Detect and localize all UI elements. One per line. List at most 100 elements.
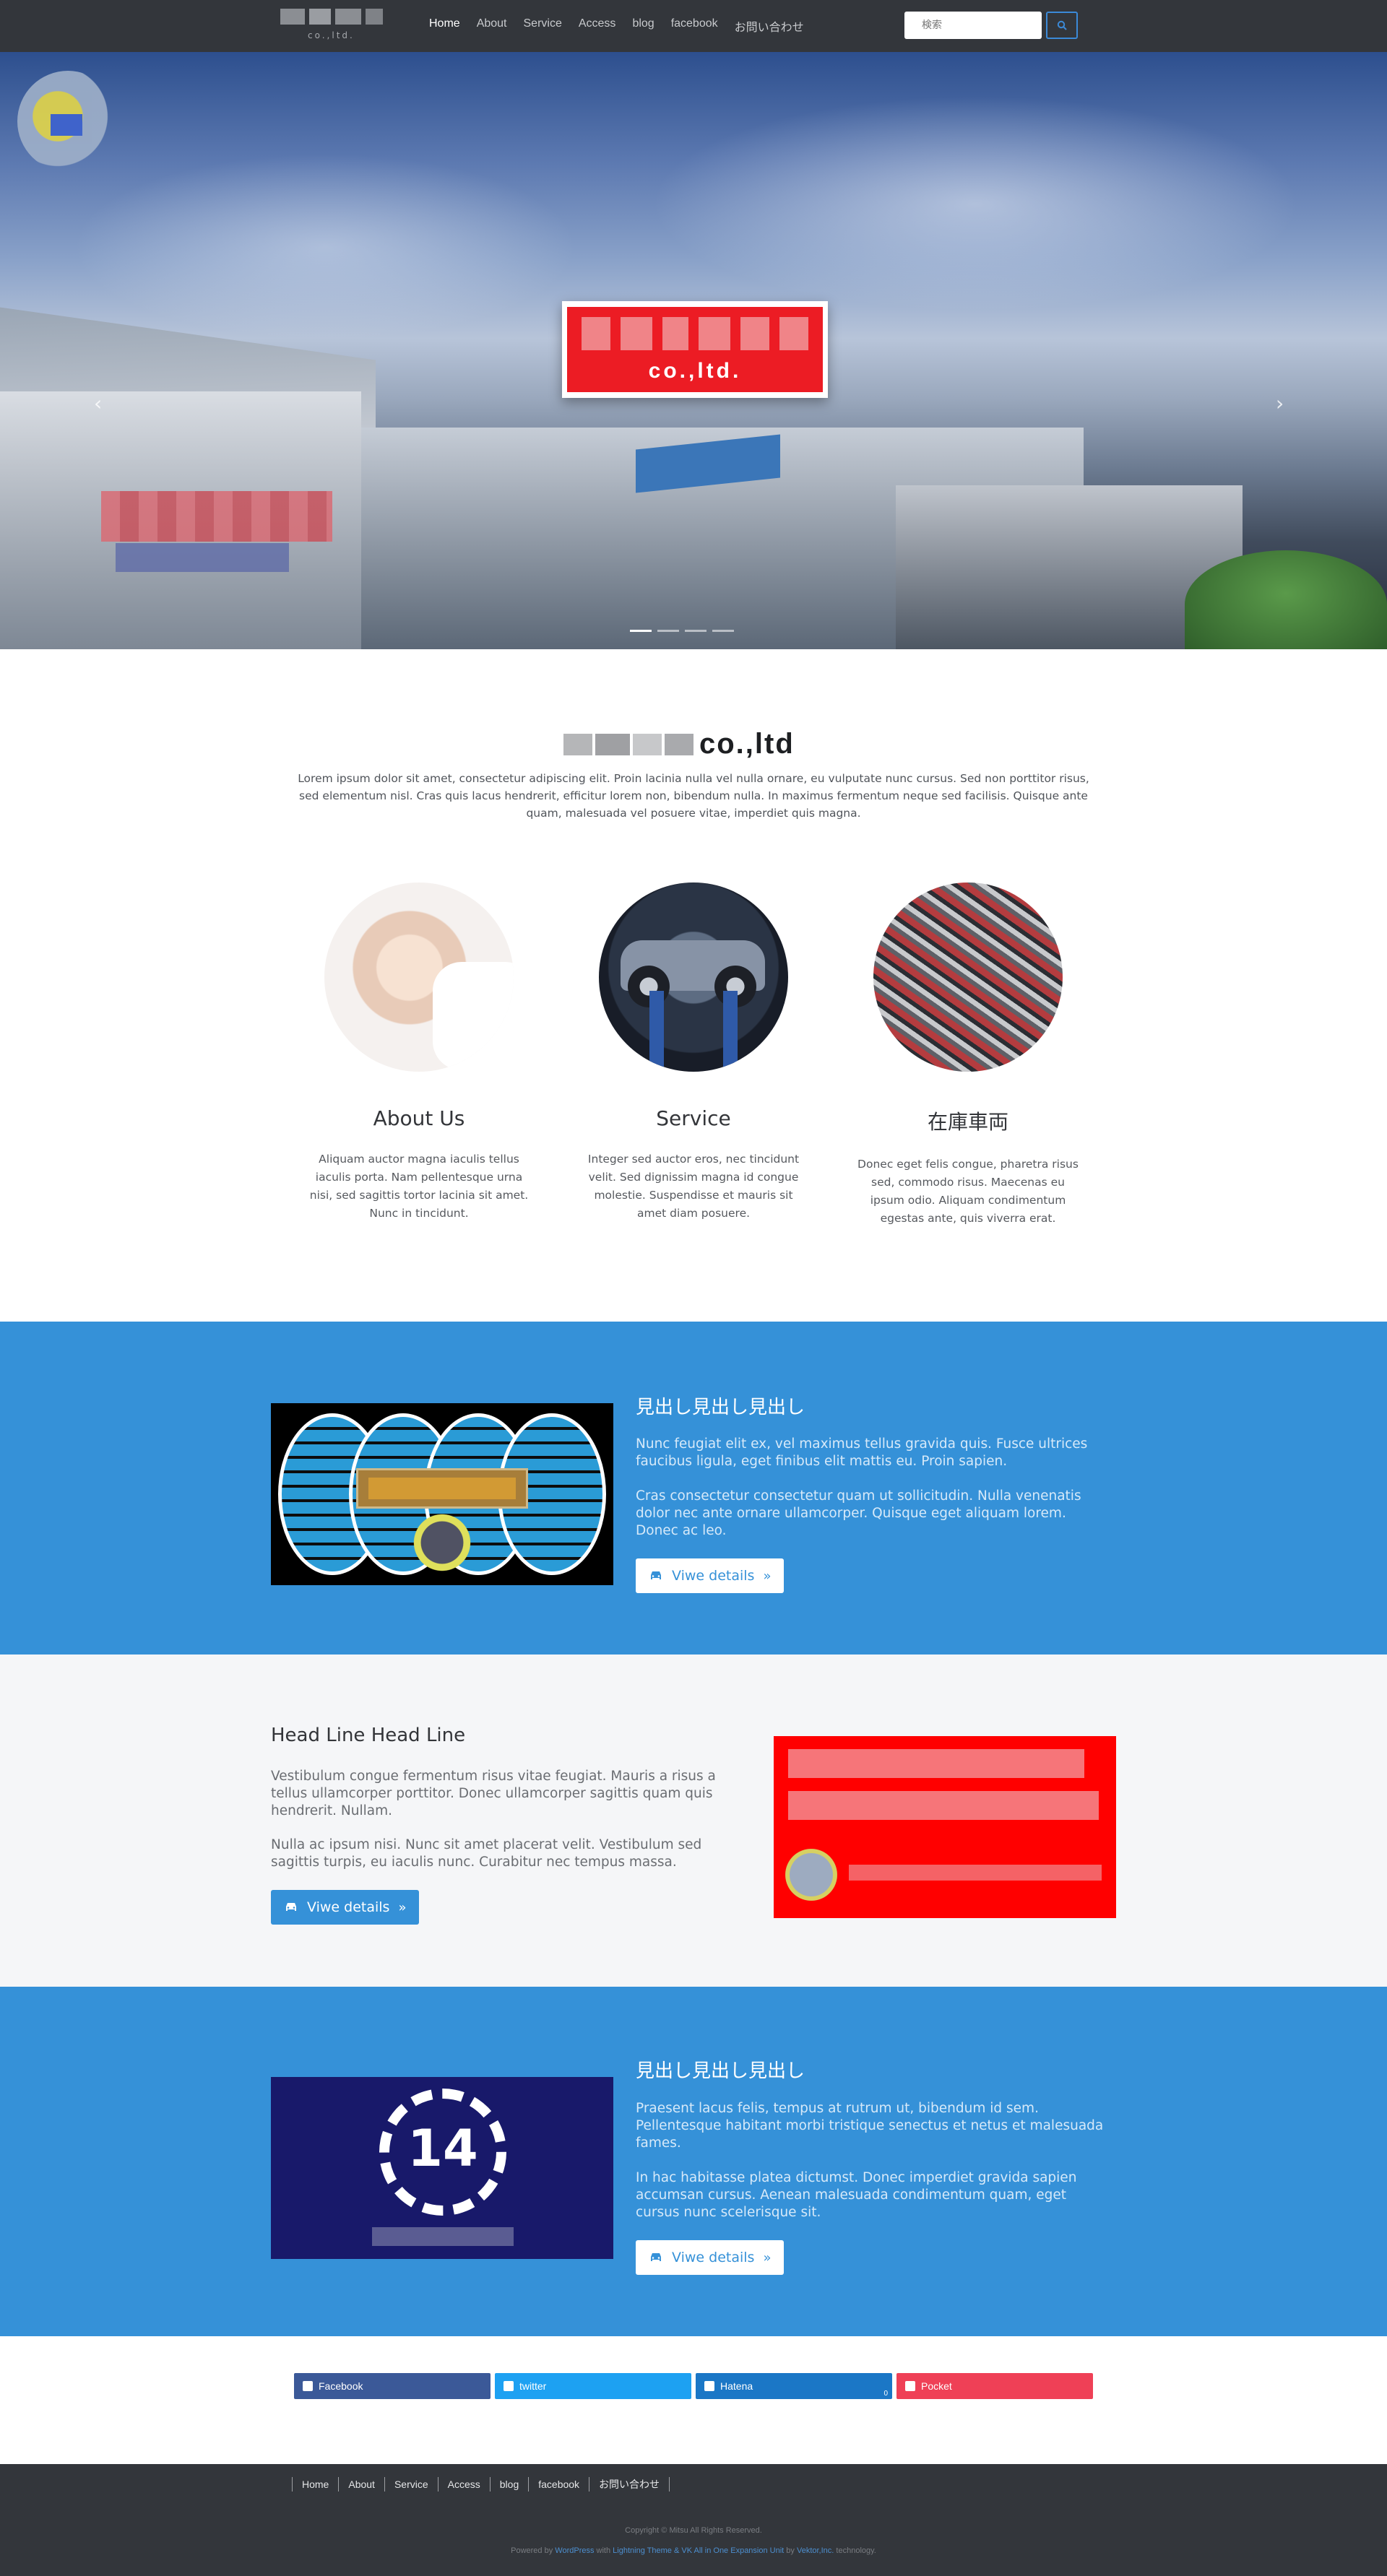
double-chevron-right-icon: » — [763, 1568, 772, 1584]
site-logo[interactable]: co.,ltd. — [280, 7, 389, 43]
nav-blog[interactable]: blog — [632, 17, 654, 35]
hero-shop-sign — [116, 543, 289, 572]
feature-inventory: 在庫車両 Donec eget felis congue, pharetra r… — [845, 882, 1091, 1228]
nav-service[interactable]: Service — [524, 17, 562, 35]
view-details-button[interactable]: Viwe details » — [271, 1890, 420, 1925]
slider-dot[interactable] — [712, 630, 734, 632]
powered-by: Powered by WordPress with Lightning Them… — [0, 2546, 1387, 2555]
wordpress-link[interactable]: WordPress — [555, 2546, 594, 2555]
footer-nav-home[interactable]: Home — [292, 2477, 338, 2492]
section-text: Nunc feugiat elit ex, vel maximus tellus… — [636, 1436, 1088, 1469]
feature-title[interactable]: About Us — [296, 1106, 542, 1130]
image-detail — [788, 1749, 1084, 1778]
search-input[interactable] — [922, 12, 1045, 38]
nav-facebook[interactable]: facebook — [671, 17, 718, 35]
slider-indicators — [630, 630, 734, 632]
red-banner-image — [774, 1736, 1116, 1918]
search-icon — [1057, 20, 1067, 30]
view-details-button[interactable]: Viwe details » — [636, 1558, 785, 1593]
section-text: In hac habitasse platea dictumst. Donec … — [636, 2170, 1077, 2220]
section-heading: 見出し見出し見出し — [636, 1397, 805, 1418]
feature-image-cars[interactable] — [873, 882, 1063, 1072]
double-chevron-right-icon: » — [763, 2250, 772, 2265]
theme-link[interactable]: Lightning Theme & VK All in One Expansio… — [613, 2546, 784, 2555]
image-detail — [372, 2227, 514, 2246]
copyright: Copyright © Mitsu All Rights Reserved. — [625, 2526, 762, 2535]
nav-contact[interactable]: お問い合わせ — [735, 17, 804, 35]
search-button[interactable] — [1046, 12, 1078, 39]
feature-title[interactable]: 在庫車両 — [845, 1106, 1091, 1135]
logo-mosaic — [366, 9, 383, 25]
promo-section-1: 見出し見出し見出し Nunc feugiat elit ex, vel maxi… — [0, 1322, 1387, 1655]
image-detail — [788, 1791, 1099, 1820]
chevron-right-icon[interactable]: › — [1276, 391, 1297, 415]
footer-nav-access[interactable]: Access — [437, 2477, 490, 2492]
share-label: Pocket — [921, 2380, 952, 2392]
powered-text: with — [596, 2546, 611, 2555]
share-count: 0 — [883, 2390, 888, 2398]
share-pocket-button[interactable]: Pocket — [896, 2373, 1093, 2399]
hero-cloud — [72, 153, 578, 341]
hero-corner-logo — [17, 71, 118, 172]
intro-text: Lorem ipsum dolor sit amet, consectetur … — [298, 772, 1089, 820]
image-detail — [368, 1478, 516, 1499]
share-twitter-button[interactable]: twitter — [495, 2373, 691, 2399]
site-footer: Home About Service Access blog facebook … — [0, 2464, 1387, 2576]
logo-mosaic — [280, 9, 305, 25]
hero-sign-text: co.,ltd. — [648, 359, 742, 383]
feature-image-hands[interactable] — [324, 882, 514, 1072]
chevron-left-icon[interactable]: ‹ — [94, 391, 116, 415]
section-text: Praesent lacus felis, tempus at rutrum u… — [636, 2101, 1104, 2151]
nav-access[interactable]: Access — [579, 17, 616, 35]
footer-nav-facebook[interactable]: facebook — [528, 2477, 589, 2492]
logo-mosaic — [335, 9, 361, 25]
powered-text: Powered by — [511, 2546, 553, 2555]
hero-shop-sign — [101, 491, 332, 542]
button-label: Viwe details — [307, 1899, 390, 1915]
title-mosaic — [563, 734, 592, 755]
footer-nav-contact[interactable]: お問い合わせ — [589, 2477, 670, 2492]
nav-home[interactable]: Home — [429, 17, 460, 35]
view-details-button[interactable]: Viwe details » — [636, 2240, 785, 2275]
footer-nav-blog[interactable]: blog — [489, 2477, 528, 2492]
nav-about[interactable]: About — [477, 17, 507, 35]
footer-nav: Home About Service Access blog facebook … — [292, 2477, 670, 2492]
main-nav: Home About Service Access blog facebook … — [429, 17, 821, 35]
feature-text: Donec eget felis congue, pharetra risus … — [857, 1158, 1079, 1225]
logo-mosaic — [51, 114, 82, 136]
section-text: Cras consectetur consectetur quam ut sol… — [636, 1488, 1081, 1538]
car-icon — [651, 2253, 661, 2261]
image-detail — [723, 991, 738, 1072]
section-heading: Head Line Head Line — [271, 1725, 466, 1746]
promo-section-2: Head Line Head Line Vestibulum congue fe… — [0, 1655, 1387, 1987]
facebook-icon — [303, 2381, 313, 2391]
feature-image-garage[interactable] — [599, 882, 788, 1072]
feature-text: Integer sed auctor eros, nec tincidunt v… — [587, 1153, 800, 1220]
feature-text: Aliquam auctor magna iaculis tellus iacu… — [309, 1153, 529, 1220]
slider-dot[interactable] — [630, 630, 652, 632]
feature-service: Service Integer sed auctor eros, nec tin… — [571, 882, 816, 1223]
section-text: Vestibulum congue fermentum risus vitae … — [271, 1769, 716, 1818]
sign-mosaic — [662, 317, 688, 350]
title-mosaic — [633, 734, 662, 755]
footer-nav-about[interactable]: About — [338, 2477, 384, 2492]
slider-dot[interactable] — [657, 630, 679, 632]
sign-mosaic — [582, 317, 610, 350]
footer-nav-service[interactable]: Service — [384, 2477, 438, 2492]
page: co.,ltd. Home About Service Access blog … — [0, 0, 1387, 2576]
logo-mosaic — [309, 9, 331, 25]
slider-dot[interactable] — [685, 630, 707, 632]
title-mosaic — [595, 734, 630, 755]
button-label: Viwe details — [672, 2250, 755, 2265]
promo-section-3: 14 見出し見出し見出し Praesent lacus felis, tempu… — [0, 1987, 1387, 2336]
vektor-link[interactable]: Vektor,Inc. — [797, 2546, 834, 2555]
hero-slider: co.,ltd. ‹ › — [0, 52, 1387, 649]
sign-mosaic — [699, 317, 730, 350]
share-facebook-button[interactable]: Facebook — [294, 2373, 491, 2399]
feature-title[interactable]: Service — [571, 1106, 816, 1130]
share-hatena-button[interactable]: Hatena 0 — [696, 2373, 892, 2399]
hero-sign-panel: co.,ltd. — [567, 307, 823, 392]
section-text: Nulla ac ipsum nisi. Nunc sit amet place… — [271, 1837, 702, 1870]
section-heading: 見出し見出し見出し — [636, 2060, 805, 2082]
hero-tree — [1185, 550, 1387, 649]
